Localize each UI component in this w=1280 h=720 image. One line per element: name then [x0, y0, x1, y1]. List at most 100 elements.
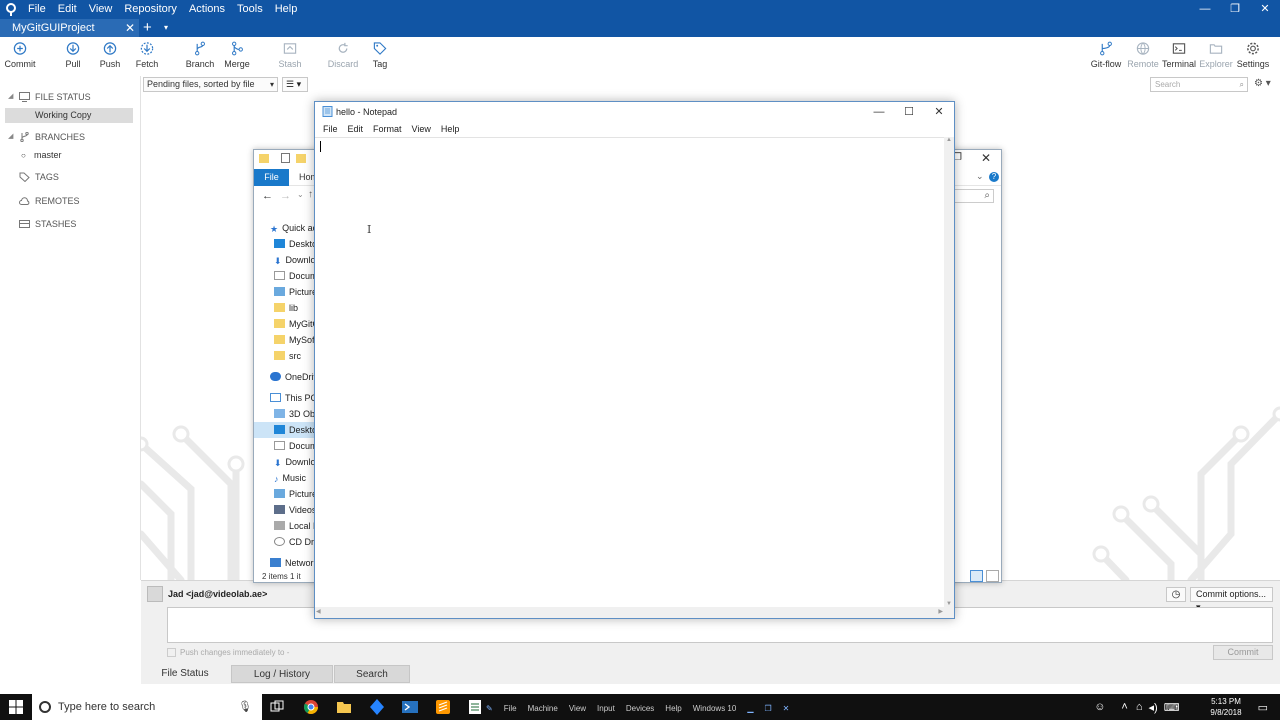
branch-button[interactable]: Branch	[180, 41, 220, 69]
pull-button[interactable]: Pull	[53, 41, 93, 69]
nav-documents[interactable]: Docum	[274, 268, 316, 284]
nav-pictures[interactable]: Pictures	[274, 284, 316, 300]
push-button[interactable]: Push	[90, 41, 130, 69]
nav-cd-drive[interactable]: CD Driv	[274, 534, 316, 550]
sourcetree-icon[interactable]	[368, 698, 386, 716]
notepad-menu-edit[interactable]: Edit	[343, 122, 369, 137]
ribbon-expand-icon[interactable]: ⌄	[976, 171, 984, 182]
commit-submit-button[interactable]: Commit	[1213, 645, 1273, 660]
notepad-taskbar-icon[interactable]	[466, 698, 484, 716]
nav-downloads[interactable]: ⬇ Downlo	[274, 252, 316, 268]
nav-this-pc[interactable]: This PC	[270, 390, 316, 406]
menu-actions[interactable]: Actions	[183, 0, 231, 19]
close-button[interactable]: ✕	[1250, 0, 1280, 19]
settings-button[interactable]: Settings	[1233, 41, 1273, 69]
notepad-text-area[interactable]: I	[315, 137, 944, 607]
scroll-left-icon[interactable]: ◀	[316, 608, 321, 615]
tab-file-status[interactable]: File Status	[141, 665, 229, 683]
history-clock-button[interactable]: ◷	[1166, 587, 1186, 602]
nav-pc-documents[interactable]: Docum	[274, 438, 316, 454]
start-button[interactable]	[0, 694, 32, 720]
push-immediately-checkbox[interactable]: Push changes immediately to -	[167, 648, 289, 657]
microphone-icon[interactable]: 🎙	[238, 694, 252, 720]
resize-grip-icon[interactable]	[944, 607, 954, 618]
sidebar-item-working-copy[interactable]: Working Copy	[5, 108, 133, 123]
help-icon[interactable]: ?	[989, 172, 999, 182]
nav-pc-desktop[interactable]: Desktop	[254, 422, 316, 438]
sidebar-tags[interactable]: TAGS	[0, 169, 141, 185]
explorer-button[interactable]: Explorer	[1196, 41, 1236, 69]
up-arrow-icon[interactable]: ↑	[308, 189, 313, 200]
menu-help[interactable]: Help	[269, 0, 304, 19]
notepad-menu-view[interactable]: View	[407, 122, 436, 137]
new-tab-button[interactable]: +	[143, 19, 152, 36]
notepad-close-button[interactable]: ✕	[924, 102, 954, 122]
vbox-restore-icon[interactable]: ❐	[764, 704, 771, 713]
tag-button[interactable]: Tag	[360, 41, 400, 69]
notepad-vertical-scrollbar[interactable]: ▲ ▼	[944, 137, 954, 607]
menu-view[interactable]: View	[83, 0, 119, 19]
notepad-horizontal-scrollbar[interactable]: ◀ ▶	[315, 607, 944, 618]
view-mode-dropdown[interactable]: ☰ ▾	[282, 77, 308, 92]
notepad-menu-format[interactable]: Format	[368, 122, 407, 137]
nav-src[interactable]: src	[274, 348, 316, 364]
forward-arrow-icon[interactable]: →	[280, 190, 291, 202]
nav-videos[interactable]: Videos	[274, 502, 316, 518]
people-icon[interactable]: ☺	[1094, 701, 1105, 713]
nav-3d-objects[interactable]: 3D Obje	[274, 406, 316, 422]
vbox-menu-file[interactable]: File	[504, 704, 517, 713]
explorer-file-tab[interactable]: File	[254, 169, 289, 186]
vbox-menu-devices[interactable]: Devices	[626, 704, 654, 713]
menu-tools[interactable]: Tools	[231, 0, 269, 19]
scroll-right-icon[interactable]: ▶	[938, 608, 943, 615]
nav-lib[interactable]: lib	[274, 300, 316, 316]
tab-close-icon[interactable]: ✕	[125, 19, 135, 37]
sublime-text-icon[interactable]	[434, 698, 452, 716]
repo-tab[interactable]: MyGitGUIProject ✕	[0, 19, 139, 37]
taskbar-search-box[interactable]: Type here to search 🎙	[32, 694, 262, 720]
pending-files-dropdown[interactable]: Pending files, sorted by file status	[143, 77, 278, 102]
file-explorer-icon[interactable]	[335, 698, 353, 716]
menu-file[interactable]: File	[22, 0, 52, 19]
discard-button[interactable]: Discard	[323, 41, 363, 69]
nav-quick-access[interactable]: ★Quick acc	[270, 220, 316, 236]
terminal-button[interactable]: Terminal	[1159, 41, 1199, 69]
sidebar-file-status[interactable]: ◢ FILE STATUS	[0, 89, 141, 105]
network-icon[interactable]: ⌂	[1136, 701, 1143, 713]
nav-pc-downloads[interactable]: ⬇ Downlo	[274, 454, 316, 470]
tab-log-history[interactable]: Log / History	[231, 665, 333, 683]
sidebar-stashes[interactable]: STASHES	[0, 216, 141, 232]
nav-mygitgui[interactable]: MyGitG	[274, 316, 316, 332]
gitflow-button[interactable]: Git-flow	[1086, 41, 1126, 69]
volume-icon[interactable]: ◂)	[1149, 701, 1158, 714]
commit-button[interactable]: Commit	[0, 41, 40, 69]
task-view-icon[interactable]	[268, 698, 286, 716]
back-arrow-icon[interactable]: ←	[262, 190, 273, 202]
vbox-minimize-icon[interactable]: ▁	[747, 704, 753, 713]
stash-button[interactable]: Stash	[270, 41, 310, 69]
maximize-button[interactable]: ❐	[1220, 0, 1250, 19]
tab-dropdown-icon[interactable]: ▾	[164, 19, 168, 37]
menu-repository[interactable]: Repository	[118, 0, 183, 19]
action-center-icon[interactable]: ▭	[1258, 701, 1268, 714]
vbox-menu-input[interactable]: Input	[597, 704, 615, 713]
nav-onedrive[interactable]: OneDrive	[270, 369, 316, 385]
notepad-menu-help[interactable]: Help	[436, 122, 465, 137]
chrome-icon[interactable]	[302, 698, 320, 716]
filter-options-dropdown[interactable]: ⚙ ▾	[1254, 77, 1279, 92]
nav-local-disk[interactable]: Local D	[274, 518, 316, 534]
nav-mysoftware[interactable]: MySoftv	[274, 332, 316, 348]
explorer-search-field[interactable]: ⌕	[954, 189, 994, 203]
remote-button[interactable]: Remote	[1123, 41, 1163, 69]
recent-dropdown-icon[interactable]: ⌄	[297, 190, 304, 199]
vbox-menu-machine[interactable]: Machine	[528, 704, 558, 713]
vbox-menu-view[interactable]: View	[569, 704, 586, 713]
show-hidden-icons-chevron-icon[interactable]: ˄	[1121, 701, 1127, 713]
minimize-button[interactable]: —	[1190, 0, 1220, 19]
details-view-icon[interactable]	[970, 570, 983, 582]
notepad-menu-file[interactable]: File	[318, 122, 343, 137]
fetch-button[interactable]: Fetch	[127, 41, 167, 69]
commit-options-dropdown[interactable]: Commit options... ▾	[1190, 587, 1273, 612]
large-icons-view-icon[interactable]	[986, 570, 999, 582]
vbox-pin-icon[interactable]: ✎	[486, 704, 493, 713]
